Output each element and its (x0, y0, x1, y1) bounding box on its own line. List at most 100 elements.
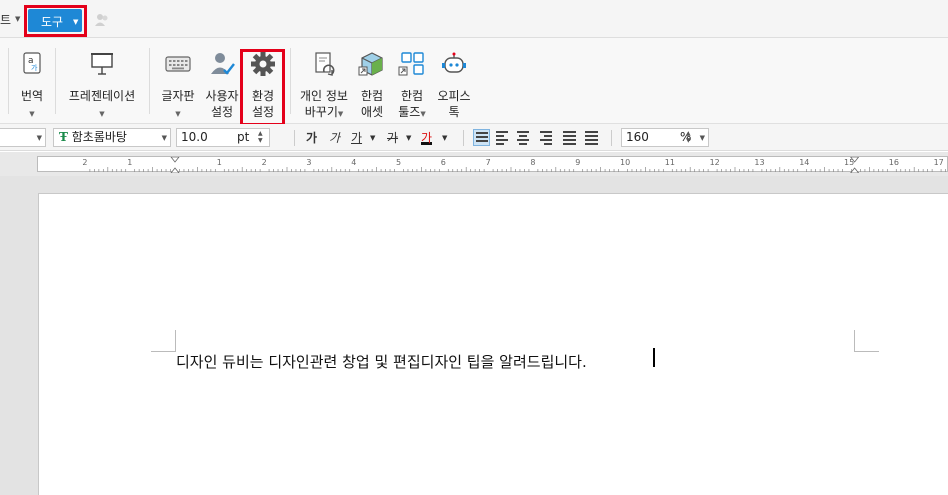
margin-corner-mark (175, 330, 176, 352)
office-talk-button[interactable]: 오피스 톡 (434, 44, 474, 122)
hancom-assets-label-line2: 애셋 (360, 105, 384, 119)
zoom-value: 160 (626, 130, 649, 144)
personal-info-label: 개인 정보 바꾸기▼ (298, 88, 350, 122)
ruler-number: 3 (306, 158, 312, 167)
ruler-number: 11 (664, 158, 675, 167)
margin-corner-mark (854, 351, 879, 352)
align-right-button[interactable] (538, 129, 555, 146)
personal-info-button[interactable]: 개인 정보 바꾸기▼ (298, 44, 350, 122)
text-caret (653, 348, 655, 367)
font-size-value: 10.0 (181, 130, 208, 144)
chevron-down-icon[interactable]: ▼ (370, 134, 375, 152)
presentation-icon (91, 53, 113, 75)
font-name-value: 함초롬바탕 (71, 130, 127, 144)
keyboard-icon (165, 56, 191, 72)
chevron-down-icon[interactable]: ▼ (15, 15, 20, 23)
hancom-assets-button[interactable]: 한컴 애셋 (354, 44, 390, 122)
presentation-button[interactable]: 프레젠테이션 ▼ (64, 44, 140, 122)
document-refresh-icon (315, 52, 335, 76)
left-indent-marker[interactable] (170, 157, 180, 173)
ruler-area: 2 1 1 2 3 4 5 6 7 8 9 10 11 12 13 14 15 16 17 (0, 152, 948, 176)
tools-tab[interactable]: 도구 ▼ (28, 9, 82, 32)
ruler-number: 8 (530, 158, 536, 167)
align-divide-button[interactable] (583, 129, 600, 146)
strikethrough-button[interactable]: 가 (387, 129, 398, 147)
svg-text:가: 가 (31, 63, 38, 72)
people-icon[interactable] (94, 11, 110, 27)
toolbar-separator (463, 130, 464, 146)
keyboard-button[interactable]: 글자판 ▼ (159, 44, 197, 122)
personal-info-label-line2-text: 바꾸기 (304, 105, 338, 119)
ruler-number: 5 (396, 158, 402, 167)
font-size-field[interactable]: 10.0 pt ▲ ▼ (176, 128, 270, 147)
font-color-button[interactable]: 가 (421, 129, 433, 145)
ruler-number: 13 (754, 158, 765, 167)
document-page[interactable]: 디자인 듀비는 디자인관련 창업 및 편집디자인 팁을 알려드립니다. (38, 193, 948, 495)
font-size-spinner[interactable]: ▲ ▼ (258, 130, 267, 145)
hancom-assets-label-line1: 한컴 (360, 89, 384, 103)
chevron-down-icon: ▼ (420, 110, 426, 118)
hancom-assets-label: 한컴 애셋 (354, 88, 390, 120)
user-settings-label-line1: 사용자 (205, 89, 239, 103)
margin-corner-mark (854, 330, 855, 352)
chevron-down-icon: ▼ (36, 134, 42, 142)
user-settings-label: 사용자 설정 (202, 88, 242, 120)
ruler-number: 4 (351, 158, 357, 167)
menu-tab-previous[interactable]: 트 (0, 11, 11, 28)
zoom-field[interactable]: 160 % ▲ ▼ ▼ (621, 128, 709, 147)
hancom-tools-label-line2-text: 툴즈 (398, 105, 421, 119)
translate-label: 번역 (20, 89, 44, 103)
ribbon-separator (290, 48, 291, 114)
apps-grid-icon (398, 52, 424, 76)
align-center-button[interactable] (515, 129, 532, 146)
chevron-down-icon: ▼ (29, 110, 35, 118)
ribbon-separator (55, 48, 56, 114)
align-left-button[interactable] (494, 129, 511, 146)
ruler-number: 14 (799, 158, 810, 167)
user-settings-button[interactable]: 사용자 설정 (202, 44, 242, 122)
toolbar-separator (294, 130, 295, 146)
presentation-label: 프레젠테이션 (68, 89, 136, 103)
ruler-ticks (89, 157, 946, 173)
font-size-unit: pt (237, 130, 250, 144)
hancom-tools-label-line1: 한컴 (400, 89, 424, 103)
user-settings-label-line2: 설정 (210, 105, 234, 119)
office-talk-label-line1: 오피스 (437, 89, 471, 103)
format-toolbar: ▼ Ŧ 함초롬바탕 ▼ 10.0 pt ▲ ▼ 가 가 가 ▼ 가 ▼ 가 ▼ 1… (0, 124, 948, 151)
align-justify-button[interactable] (473, 129, 490, 146)
ruler-number: 2 (82, 158, 88, 167)
align-distribute-button[interactable] (561, 129, 578, 146)
keyboard-label: 글자판 (161, 89, 195, 103)
ruler-number: 10 (620, 158, 631, 167)
ribbon-toolbar: a 가 번역 ▼ 프레젠테이션 ▼ 글자판 ▼ 사용자 설정 환경 설정 개인 … (0, 38, 948, 126)
underline-button[interactable]: 가 (351, 129, 362, 147)
ruler-number: 1 (216, 158, 222, 167)
personal-info-label-line2: 바꾸기▼ (298, 104, 350, 122)
office-talk-label: 오피스 톡 (434, 88, 474, 120)
user-settings-icon (211, 53, 235, 75)
hancom-tools-label-line2: 툴즈▼ (394, 104, 430, 122)
document-text[interactable]: 디자인 듀비는 디자인관련 창업 및 편집디자인 팁을 알려드립니다. (176, 351, 587, 372)
chevron-down-icon[interactable]: ▼ (406, 134, 411, 152)
italic-button[interactable]: 가 (329, 129, 340, 147)
ruler-number: 7 (485, 158, 491, 167)
personal-info-label-line1: 개인 정보 (300, 89, 348, 103)
ruler-number: 6 (440, 158, 446, 167)
bold-button[interactable]: 가 (306, 129, 317, 147)
chevron-down-icon[interactable]: ▼ (700, 130, 705, 147)
ribbon-separator (149, 48, 150, 114)
zoom-spinner[interactable]: ▲ ▼ (686, 130, 695, 145)
ruler-number: 1 (127, 158, 133, 167)
hancom-tools-label: 한컴 툴즈▼ (394, 88, 430, 122)
environment-settings-highlight (240, 49, 285, 126)
chevron-down-icon: ▼ (337, 110, 344, 118)
font-name-select[interactable]: Ŧ 함초롬바탕 ▼ (53, 128, 171, 147)
chevron-down-icon[interactable]: ▼ (442, 134, 447, 152)
hancom-tools-button[interactable]: 한컴 툴즈▼ (394, 44, 430, 122)
translate-button[interactable]: a 가 번역 ▼ (14, 44, 50, 122)
toolbar-separator (611, 130, 612, 146)
style-select[interactable]: ▼ (0, 128, 46, 147)
ruler-number: 16 (888, 158, 899, 167)
translate-icon: a 가 (23, 52, 41, 74)
horizontal-ruler[interactable]: 2 1 1 2 3 4 5 6 7 8 9 10 11 12 13 14 15 16 17 (37, 156, 948, 173)
